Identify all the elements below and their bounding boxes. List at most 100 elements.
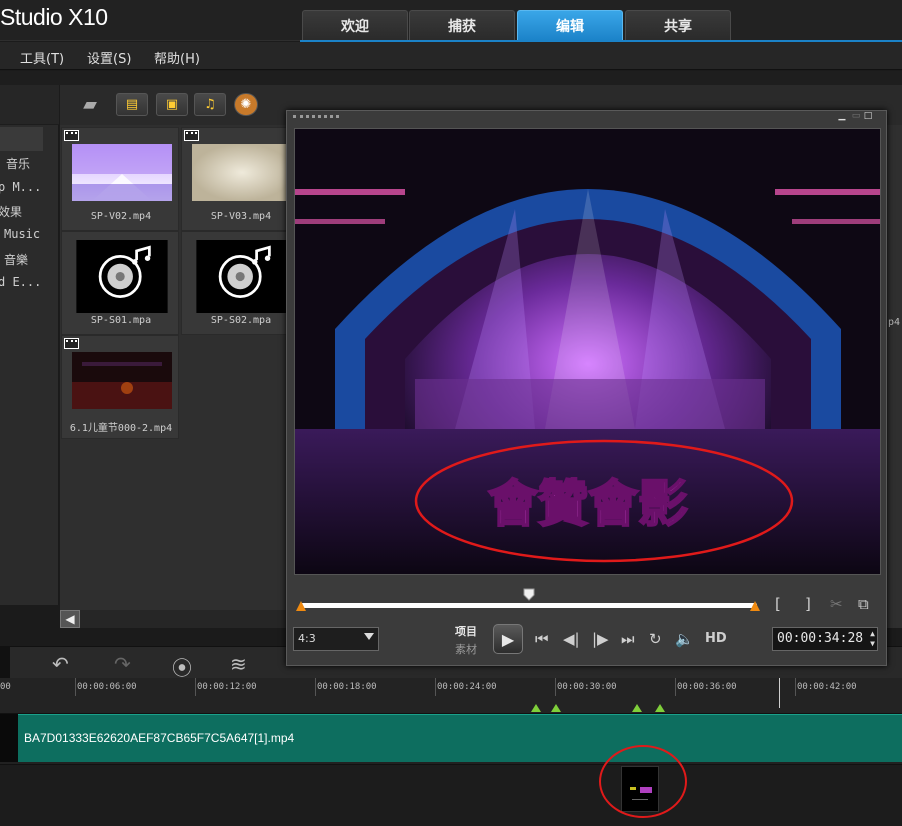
- video-badge-icon: [184, 130, 199, 141]
- copy-frame-icon[interactable]: ⧉: [858, 595, 869, 613]
- library-tile-sp-v03[interactable]: SP-V03.mp4: [181, 127, 299, 231]
- category-item[interactable]: p M...: [0, 180, 41, 194]
- restore-icon[interactable]: ▭: [851, 111, 861, 121]
- trim-out-handle[interactable]: [750, 601, 760, 611]
- window-grip[interactable]: [293, 115, 339, 119]
- library-side-label: p4: [888, 317, 901, 328]
- menu-help[interactable]: 帮助(H): [154, 48, 200, 67]
- cue-marker[interactable]: [551, 704, 561, 712]
- library-tile-sp-s02[interactable]: SP-S02.mpa: [181, 231, 299, 335]
- timeline-playhead[interactable]: [779, 678, 780, 708]
- mark-in-icon[interactable]: [: [775, 595, 781, 613]
- ruler-tick: 00:00:30:00: [557, 682, 617, 692]
- image-icon[interactable]: ▣: [156, 93, 188, 116]
- video-thumbnail: [192, 144, 292, 201]
- volume-icon[interactable]: 🔈: [675, 630, 694, 648]
- music-note-icon[interactable]: ♫: [194, 93, 226, 116]
- video-clip-name: BA7D01333E62620AEF87CB65F7C5A647[1].mp4: [24, 731, 295, 745]
- annotation-circle: [599, 745, 687, 818]
- ruler-tick-line: [435, 678, 436, 696]
- cue-marker[interactable]: [655, 704, 665, 712]
- previous-frame-icon[interactable]: ◀|: [563, 630, 580, 648]
- preview-window: ▁ ▭ □ 會贊會影 [] ✂ ⧉ 4:3 项目 素材 ▶ ⏮ ◀| |▶ ⏭…: [286, 110, 887, 666]
- library-scrollbar[interactable]: [80, 610, 290, 628]
- next-frame-icon[interactable]: |▶: [592, 630, 609, 648]
- ruler-tick: 00: [0, 682, 11, 692]
- chevron-down-icon: [364, 633, 374, 640]
- timecode-field[interactable]: 00:00:34:28 ▲ ▼: [772, 627, 878, 651]
- tile-name: SP-S01.mpa: [90, 315, 152, 326]
- ruler-tick-line: [555, 678, 556, 696]
- tile-name: SP-V02.mp4: [90, 211, 152, 222]
- category-item-selected[interactable]: [0, 127, 43, 151]
- aspect-ratio-select[interactable]: 4:3: [293, 627, 379, 651]
- audio-thumbnail: [196, 240, 288, 313]
- go-to-start-icon[interactable]: ⏮: [535, 630, 549, 648]
- trim-in-handle[interactable]: [296, 601, 306, 611]
- library-category-panel: 音乐 p M... 效果 Music 音樂 d E...: [0, 85, 59, 605]
- cut-icon[interactable]: ✂: [830, 595, 843, 613]
- category-item[interactable]: 音樂: [4, 251, 28, 268]
- library-tile-children-day[interactable]: 6.1儿童节000-2.mp4: [61, 335, 179, 439]
- track-header: [0, 714, 18, 762]
- repeat-icon[interactable]: ↻: [649, 630, 662, 648]
- tab-edit[interactable]: 编辑: [517, 10, 623, 41]
- minimize-icon[interactable]: ▁: [837, 111, 847, 121]
- title-bar: Studio X10 欢迎 捕获 编辑 共享: [0, 0, 902, 42]
- audio-wave-icon[interactable]: ≋: [230, 652, 247, 676]
- video-badge-icon: [64, 338, 79, 349]
- folder-icon[interactable]: ▰: [74, 93, 106, 116]
- category-item[interactable]: 效果: [0, 203, 22, 220]
- ruler-tick: 00:00:18:00: [317, 682, 377, 692]
- ruler-tick-line: [195, 678, 196, 696]
- category-item[interactable]: Music: [4, 227, 40, 241]
- video-clip[interactable]: BA7D01333E62620AEF87CB65F7C5A647[1].mp4: [18, 714, 902, 762]
- project-mode-toggle[interactable]: 项目: [455, 623, 477, 639]
- tab-capture[interactable]: 捕获: [409, 10, 515, 41]
- mark-out-icon[interactable]: ]: [805, 595, 811, 613]
- cue-marker[interactable]: [531, 704, 541, 712]
- undo-icon[interactable]: ↶: [52, 652, 69, 676]
- ruler-tick-line: [315, 678, 316, 696]
- redo-icon[interactable]: ↷: [114, 652, 131, 676]
- play-button[interactable]: ▶: [493, 624, 523, 654]
- effect-icon[interactable]: ✺: [234, 93, 258, 116]
- category-item[interactable]: d E...: [0, 275, 41, 289]
- timecode-spinner[interactable]: ▲ ▼: [870, 629, 875, 649]
- timeline-ruler[interactable]: 00 00:00:06:00 00:00:12:00 00:00:18:00 0…: [0, 678, 902, 714]
- timecode-value: 00:00:34:28: [777, 631, 864, 646]
- ruler-tick-line: [795, 678, 796, 696]
- menu-settings[interactable]: 设置(S): [87, 48, 131, 67]
- tile-name: SP-V03.mp4: [210, 211, 272, 222]
- tile-name: 6.1儿童节000-2.mp4: [69, 423, 173, 434]
- overlay-track: [0, 764, 902, 826]
- ruler-tick: 00:00:12:00: [197, 682, 257, 692]
- clip-mode-toggle[interactable]: 素材: [455, 641, 477, 657]
- tab-welcome[interactable]: 欢迎: [302, 10, 408, 41]
- category-item[interactable]: 音乐: [6, 155, 30, 172]
- library-tile-sp-v02[interactable]: SP-V02.mp4: [61, 127, 179, 231]
- maximize-icon[interactable]: □: [863, 111, 873, 121]
- aspect-ratio-value: 4:3: [298, 632, 316, 645]
- ruler-tick: 00:00:06:00: [77, 682, 137, 692]
- go-to-end-icon[interactable]: ⏭: [621, 630, 635, 648]
- play-icon: ▶: [501, 629, 515, 649]
- video-frame: 會贊會影: [295, 129, 880, 574]
- tile-name: SP-S02.mpa: [210, 315, 272, 326]
- ruler-tick-line: [75, 678, 76, 696]
- scrubber-thumb[interactable]: [523, 586, 535, 601]
- toolbar-gap: [0, 71, 902, 85]
- library-tile-sp-s01[interactable]: SP-S01.mpa: [61, 231, 179, 335]
- toolbar-handle: [0, 647, 10, 678]
- record-icon[interactable]: ⦿: [172, 652, 192, 681]
- library-scroll-left-button[interactable]: ◀: [60, 610, 80, 628]
- watermark-text: 會贊會影: [488, 475, 688, 533]
- menu-tools[interactable]: 工具(T): [20, 48, 64, 67]
- cue-marker[interactable]: [632, 704, 642, 712]
- hd-preview-toggle[interactable]: HD: [705, 631, 727, 646]
- tab-share[interactable]: 共享: [625, 10, 731, 41]
- scrubber-track[interactable]: [301, 603, 757, 608]
- film-icon[interactable]: ▤: [116, 93, 148, 116]
- video-viewer[interactable]: 會贊會影: [294, 128, 881, 575]
- video-badge-icon: [64, 130, 79, 141]
